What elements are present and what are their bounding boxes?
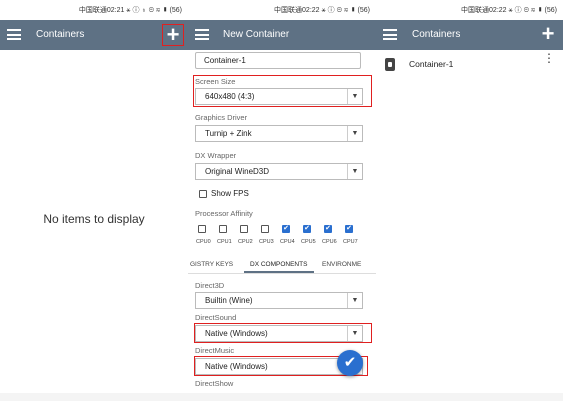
dx-wrapper-value: Original WineD3D bbox=[205, 167, 270, 176]
dropdown-arrow-icon: ▼ bbox=[347, 164, 362, 179]
containers-empty-screen: 中国联通02:21 ⚹ ⓘ ♁ ⊜ ≋ ▮ (56) Containers + … bbox=[0, 0, 188, 401]
container-name-input[interactable]: Container-1 bbox=[195, 52, 361, 69]
graphics-driver-label: Graphics Driver bbox=[195, 113, 248, 122]
direct3d-value: Builtin (Wine) bbox=[205, 296, 253, 305]
add-container-button[interactable]: + bbox=[162, 24, 184, 46]
containers-list-screen: 中国联通02:22 ⚹ ⓘ ⊜ ≋ ▮ (56) Containers + Co… bbox=[376, 0, 563, 401]
check-icon: ✔ bbox=[343, 354, 357, 371]
show-fps-label: Show FPS bbox=[211, 189, 249, 198]
menu-icon[interactable] bbox=[7, 29, 21, 40]
cpu-checkbox[interactable]: ✔ bbox=[324, 225, 332, 233]
status-bar: 中国联通02:22 ⚹ ⓘ ⊜ ≋ ▮ (56) bbox=[188, 0, 376, 20]
status-bar: 中国联通02:21 ⚹ ⓘ ♁ ⊜ ≋ ▮ (56) bbox=[0, 0, 188, 20]
tab-dx-components[interactable]: DX COMPONENTS bbox=[250, 261, 307, 268]
direct3d-label: Direct3D bbox=[195, 281, 225, 290]
cpu-checkbox[interactable] bbox=[261, 225, 269, 233]
confirm-button[interactable]: ✔ bbox=[337, 350, 363, 376]
direct3d-select[interactable]: Builtin (Wine) ▼ bbox=[195, 292, 363, 309]
active-tab-indicator bbox=[244, 271, 314, 273]
graphics-driver-select[interactable]: Turnip + Zink ▼ bbox=[195, 125, 363, 142]
status-bar: 中国联通02:22 ⚹ ⓘ ⊜ ≋ ▮ (56) bbox=[376, 0, 563, 20]
cpu-checkbox[interactable]: ✔ bbox=[345, 225, 353, 233]
menu-icon[interactable] bbox=[195, 29, 209, 40]
dx-wrapper-label: DX Wrapper bbox=[195, 151, 237, 160]
cpu-checkbox[interactable] bbox=[219, 225, 227, 233]
dropdown-arrow-icon: ▼ bbox=[347, 293, 362, 308]
tab-registry-keys[interactable]: GISTRY KEYS bbox=[190, 261, 233, 268]
cpu-checkbox[interactable]: ✔ bbox=[303, 225, 311, 233]
status-text: 中国联通02:22 ⚹ ⓘ ⊜ ≋ ▮ (56) bbox=[461, 7, 557, 14]
cpu-label: CPU4 bbox=[280, 239, 295, 245]
app-bar: New Container bbox=[188, 20, 376, 50]
cpu-label: CPU0 bbox=[196, 239, 211, 245]
dx-wrapper-select[interactable]: Original WineD3D ▼ bbox=[195, 163, 363, 180]
graphics-driver-value: Turnip + Zink bbox=[205, 129, 252, 138]
directmusic-label: DirectMusic bbox=[195, 346, 235, 355]
tab-environment[interactable]: ENVIRONME bbox=[322, 261, 361, 268]
empty-state-text: No items to display bbox=[43, 212, 145, 226]
app-bar-title: New Container bbox=[223, 29, 290, 40]
directshow-label: DirectShow bbox=[195, 379, 234, 388]
show-fps-checkbox[interactable] bbox=[199, 190, 207, 198]
cpu-label: CPU7 bbox=[343, 239, 358, 245]
cpu-checkbox[interactable] bbox=[198, 225, 206, 233]
menu-icon[interactable] bbox=[383, 29, 397, 40]
container-name: Container-1 bbox=[409, 59, 454, 69]
container-icon bbox=[385, 58, 395, 71]
status-text: 中国联通02:22 ⚹ ⓘ ⊜ ≋ ▮ (56) bbox=[274, 7, 370, 14]
cpu-label: CPU6 bbox=[322, 239, 337, 245]
app-bar: Containers + bbox=[0, 20, 188, 50]
navigation-bar bbox=[0, 393, 563, 401]
cpu-checkbox[interactable] bbox=[240, 225, 248, 233]
processor-affinity-label: Processor Affinity bbox=[195, 209, 253, 218]
cpu-label: CPU1 bbox=[217, 239, 232, 245]
cpu-label: CPU5 bbox=[301, 239, 316, 245]
highlight-box bbox=[194, 323, 372, 343]
cpu-label: CPU2 bbox=[238, 239, 253, 245]
cpu-label: CPU3 bbox=[259, 239, 274, 245]
add-container-button[interactable]: + bbox=[537, 23, 559, 46]
cpu-checkbox[interactable]: ✔ bbox=[282, 225, 290, 233]
list-item[interactable]: Container-1 ⋮ bbox=[376, 50, 563, 78]
app-bar: Containers + bbox=[376, 20, 563, 50]
directsound-label: DirectSound bbox=[195, 313, 237, 322]
more-options-icon[interactable]: ⋮ bbox=[543, 52, 555, 64]
status-text: 中国联通02:21 ⚹ ⓘ ♁ ⊜ ≋ ▮ (56) bbox=[78, 7, 182, 14]
dropdown-arrow-icon: ▼ bbox=[347, 126, 362, 141]
highlight-box bbox=[193, 75, 372, 107]
new-container-screen: 中国联通02:22 ⚹ ⓘ ⊜ ≋ ▮ (56) New Container C… bbox=[188, 0, 376, 401]
app-bar-title: Containers bbox=[412, 29, 461, 40]
app-bar-title: Containers bbox=[36, 29, 85, 40]
